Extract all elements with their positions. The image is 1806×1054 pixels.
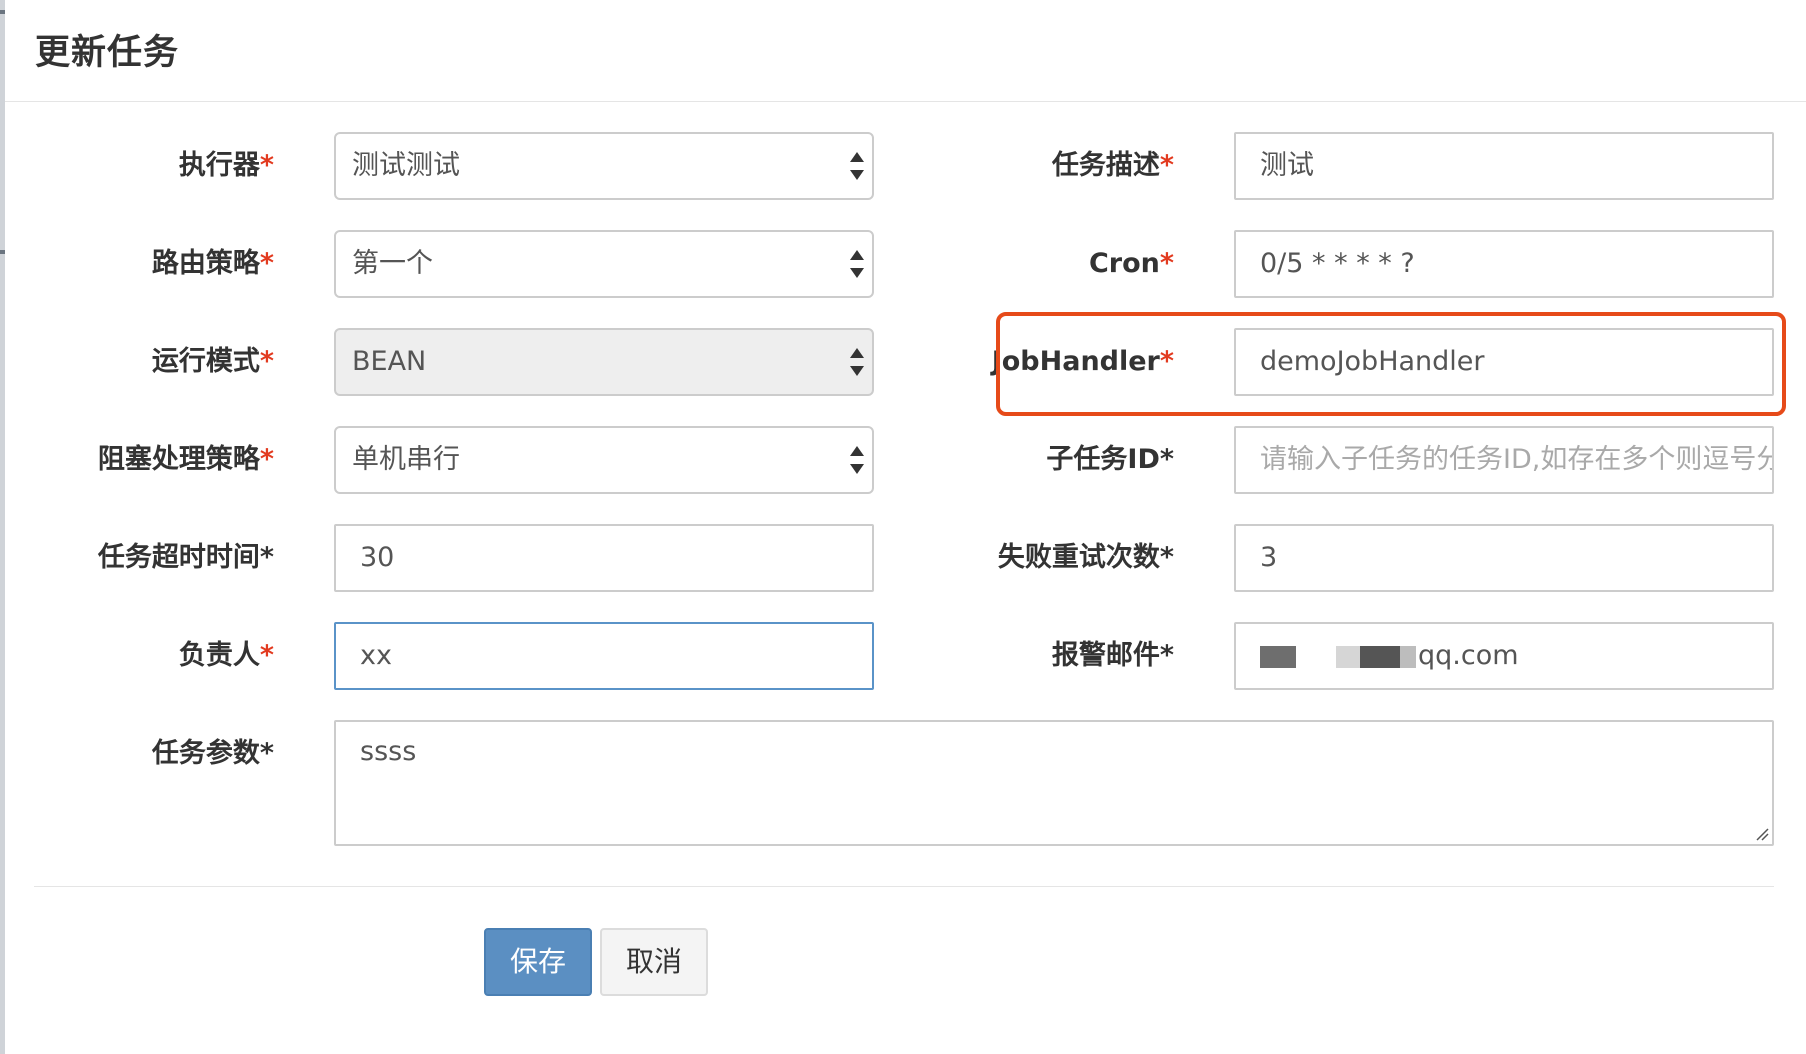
redacted-block	[1260, 645, 1296, 668]
select-arrows-icon	[850, 446, 864, 474]
block-strategy-select[interactable]: 单机串行	[334, 426, 874, 494]
retry-count-input[interactable]: 3	[1234, 524, 1774, 592]
job-handler-highlight	[996, 312, 1786, 416]
backdrop-edge	[0, 0, 5, 1054]
timeout-label: 任务超时时间*	[97, 542, 274, 573]
block-strategy-label: 阻塞处理策略*	[97, 444, 274, 475]
executor-select[interactable]: 测试测试	[334, 132, 874, 200]
owner-input[interactable]: xx	[334, 622, 874, 690]
route-strategy-label: 路由策略*	[151, 248, 274, 279]
child-job-id-input[interactable]: 请输入子任务的任务ID,如存在多个则逗号分隔	[1234, 426, 1774, 494]
select-arrows-icon	[850, 348, 864, 376]
job-params-textarea[interactable]: ssss	[334, 720, 1774, 846]
run-mode-label: 运行模式*	[151, 346, 274, 377]
dialog-header: 更新任务	[5, 0, 1806, 102]
select-arrows-icon	[850, 152, 864, 180]
child-job-id-label: 子任务ID*	[1046, 444, 1174, 475]
redacted-block	[1400, 645, 1416, 668]
save-button[interactable]: 保存	[484, 928, 592, 996]
route-strategy-select[interactable]: 第一个	[334, 230, 874, 298]
job-desc-label: 任务描述*	[1051, 150, 1174, 181]
job-params-label: 任务参数*	[151, 738, 274, 769]
resize-grip-icon[interactable]	[1755, 827, 1769, 841]
cancel-button[interactable]: 取消	[600, 928, 708, 996]
alarm-email-input[interactable]: qq.com	[1234, 622, 1774, 690]
executor-label: 执行器*	[178, 150, 274, 181]
select-arrows-icon	[850, 250, 864, 278]
timeout-input[interactable]: 30	[334, 524, 874, 592]
cron-label: Cron*	[1088, 248, 1174, 279]
job-desc-input[interactable]: 测试	[1234, 132, 1774, 200]
run-mode-select[interactable]: BEAN	[334, 328, 874, 396]
redacted-block	[1336, 645, 1360, 668]
retry-count-label: 失败重试次数*	[997, 542, 1174, 573]
cron-input[interactable]: 0/5 * * * * ?	[1234, 230, 1774, 298]
footer-divider	[34, 886, 1774, 887]
redacted-block	[1360, 645, 1400, 668]
owner-label: 负责人*	[178, 640, 274, 671]
dialog-title: 更新任务	[35, 33, 180, 73]
alarm-email-label: 报警邮件*	[1051, 640, 1174, 671]
backdrop-mark	[0, 250, 5, 254]
